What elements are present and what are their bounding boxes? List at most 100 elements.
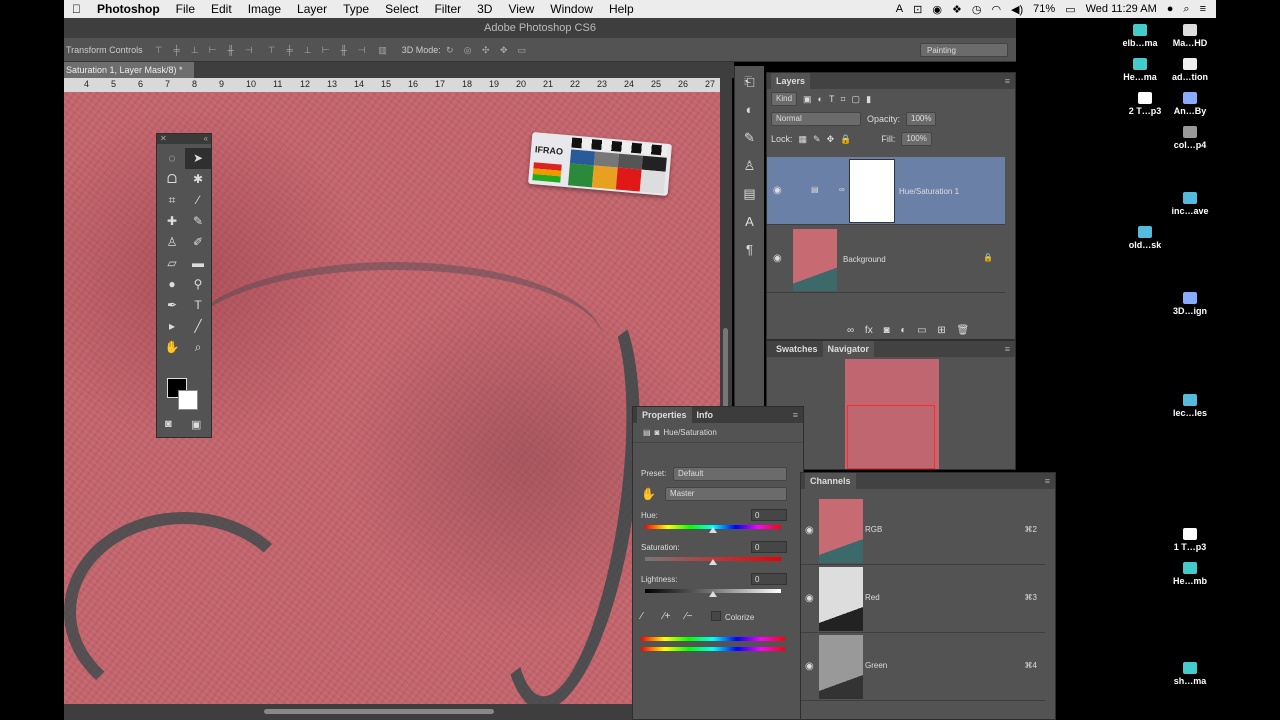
blend-mode-select[interactable]: Normal — [771, 112, 861, 126]
menu-select[interactable]: Select — [377, 2, 426, 16]
notification-center-icon[interactable]: ≡ — [1200, 3, 1206, 15]
align-bottom-icon[interactable]: ⊥ — [189, 45, 201, 55]
desktop-drive[interactable]: Ma…HD — [1150, 24, 1230, 48]
filter-toggle-icon[interactable]: ▮ — [866, 94, 871, 105]
scroll-thumb[interactable] — [723, 328, 728, 408]
navigator-view-box[interactable] — [847, 405, 935, 469]
lock-position-icon[interactable]: ✥ — [827, 134, 835, 145]
workspace-select[interactable]: Painting — [920, 42, 1008, 57]
clone-source-icon[interactable]: ♙ — [735, 154, 764, 178]
tab-channels[interactable]: Channels — [805, 473, 856, 489]
type-tool-icon[interactable]: T — [185, 295, 211, 316]
layer-row[interactable]: ◉ Background 🔒 — [767, 225, 1005, 293]
menu-image[interactable]: Image — [240, 2, 289, 16]
channel-row[interactable]: ◉ Red ⌘3 — [801, 565, 1045, 633]
filter-pixel-icon[interactable]: ▣ — [803, 94, 812, 105]
lightness-field[interactable]: 0 — [751, 573, 787, 585]
mask-icon[interactable]: ◙ — [655, 428, 660, 437]
lasso-tool-icon[interactable]: ᗝ — [159, 169, 185, 190]
desktop-folder[interactable]: lec…les — [1150, 394, 1230, 418]
quick-mask-icon[interactable]: ◙ — [165, 418, 172, 430]
move-tool-icon[interactable]: ➤ — [185, 148, 211, 169]
saturation-slider-knob[interactable] — [709, 559, 717, 565]
menu-filter[interactable]: Filter — [426, 2, 469, 16]
battery-icon[interactable]: ▭ — [1065, 3, 1075, 16]
history-icon[interactable]: ⎗ — [735, 70, 764, 94]
3d-scale-icon[interactable]: ▭ — [516, 45, 528, 55]
3d-rotate-icon[interactable]: ↻ — [444, 45, 456, 55]
brush-tool-icon[interactable]: ✎ — [185, 211, 211, 232]
auto-align-icon[interactable]: ▥ — [377, 45, 389, 55]
filter-shape-icon[interactable]: ⌗ — [840, 94, 845, 105]
distribute-right-icon[interactable]: ⊣ — [356, 45, 368, 55]
new-adjustment-icon[interactable]: ◐ — [900, 325, 906, 336]
menu-3d[interactable]: 3D — [469, 2, 500, 16]
healing-brush-tool-icon[interactable]: ✚ — [159, 211, 185, 232]
fill-field[interactable]: 100% — [901, 132, 932, 146]
link-layers-icon[interactable]: ∞ — [847, 325, 854, 336]
eraser-tool-icon[interactable]: ▱ — [159, 253, 185, 274]
targeted-adjustment-hand-icon[interactable]: ✋ — [641, 487, 656, 501]
lock-all-icon[interactable]: 🔒 — [840, 134, 851, 145]
crop-tool-icon[interactable]: ⌗ — [159, 190, 185, 211]
align-left-icon[interactable]: ⊢ — [207, 45, 219, 55]
opacity-field[interactable]: 100% — [906, 112, 937, 126]
channel-select[interactable]: Master — [665, 487, 787, 501]
menu-window[interactable]: Window — [542, 2, 601, 16]
visibility-eye-icon[interactable]: ◉ — [773, 253, 782, 264]
line-tool-icon[interactable]: ╱ — [185, 316, 211, 337]
panel-menu-icon[interactable]: ≡ — [1040, 473, 1055, 489]
menu-type[interactable]: Type — [335, 2, 377, 16]
filter-adjustment-icon[interactable]: ◐ — [818, 94, 823, 104]
align-right-icon[interactable]: ⊣ — [243, 45, 255, 55]
panel-menu-icon[interactable]: ≡ — [1000, 341, 1015, 357]
distribute-bottom-icon[interactable]: ⊥ — [302, 45, 314, 55]
desktop-file[interactable]: An…By — [1150, 92, 1230, 116]
menu-view[interactable]: View — [500, 2, 542, 16]
document-tab[interactable]: Saturation 1, Layer Mask/8) * — [64, 62, 194, 78]
navigator-thumbnail[interactable] — [845, 359, 939, 469]
character-icon[interactable]: A — [735, 210, 764, 234]
scroll-thumb[interactable] — [264, 709, 494, 714]
menu-edit[interactable]: Edit — [203, 2, 240, 16]
wifi-icon[interactable]: ◠ — [991, 3, 1001, 16]
menu-help[interactable]: Help — [601, 2, 642, 16]
pen-tool-icon[interactable]: ✒ — [159, 295, 185, 316]
marquee-tool-icon[interactable]: ◌ — [159, 148, 185, 169]
tab-info[interactable]: Info — [692, 407, 719, 423]
background-color[interactable] — [178, 390, 198, 410]
eyedropper-plus-icon[interactable]: ⁄+ — [663, 611, 671, 622]
lightness-slider-knob[interactable] — [709, 591, 717, 597]
distribute-vcenter-icon[interactable]: ╪ — [284, 45, 296, 55]
screen-mode-icon[interactable]: ▣ — [191, 418, 201, 431]
distribute-left-icon[interactable]: ⊢ — [320, 45, 332, 55]
user-icon[interactable]: ● — [1167, 3, 1174, 15]
add-mask-icon[interactable]: ◙ — [883, 325, 889, 336]
desktop-file[interactable]: 1 T…p3 — [1150, 528, 1230, 552]
filter-smart-object-icon[interactable]: ▢ — [852, 94, 861, 105]
align-top-icon[interactable]: ⊤ — [153, 45, 165, 55]
color-icon[interactable]: ◐ — [735, 98, 764, 122]
menu-file[interactable]: File — [168, 2, 203, 16]
align-hcenter-icon[interactable]: ╫ — [225, 45, 237, 55]
channel-row[interactable]: ◉ RGB ⌘2 — [801, 497, 1045, 565]
channel-row[interactable]: ◉ Green ⌘4 — [801, 633, 1045, 701]
distribute-top-icon[interactable]: ⊤ — [266, 45, 278, 55]
layer-mask-thumbnail[interactable] — [849, 159, 895, 223]
desktop-folder[interactable]: inc…ave — [1150, 192, 1230, 216]
desktop-folder[interactable]: old…sk — [1105, 226, 1185, 250]
distribute-hcenter-icon[interactable]: ╫ — [338, 45, 350, 55]
filter-kind-select[interactable]: Kind — [771, 92, 798, 106]
lock-paint-icon[interactable]: ✎ — [813, 134, 821, 145]
3d-slide-icon[interactable]: ✥ — [498, 45, 510, 55]
panel-menu-icon[interactable]: ≡ — [788, 407, 803, 423]
desktop-file[interactable]: ad…tion — [1150, 58, 1230, 82]
apple-icon[interactable]:  — [64, 2, 89, 16]
layer-row[interactable]: ◉ ▤ ∞ Hue/Saturation 1 — [767, 157, 1005, 225]
link-icon[interactable]: ∞ — [839, 185, 845, 194]
layer-thumbnail[interactable] — [793, 229, 837, 291]
tab-properties[interactable]: Properties — [637, 407, 692, 423]
3d-pan-icon[interactable]: ✣ — [480, 45, 492, 55]
clock[interactable]: Wed 11:29 AM — [1086, 3, 1157, 15]
sync-icon[interactable]: ◉ — [932, 3, 942, 16]
